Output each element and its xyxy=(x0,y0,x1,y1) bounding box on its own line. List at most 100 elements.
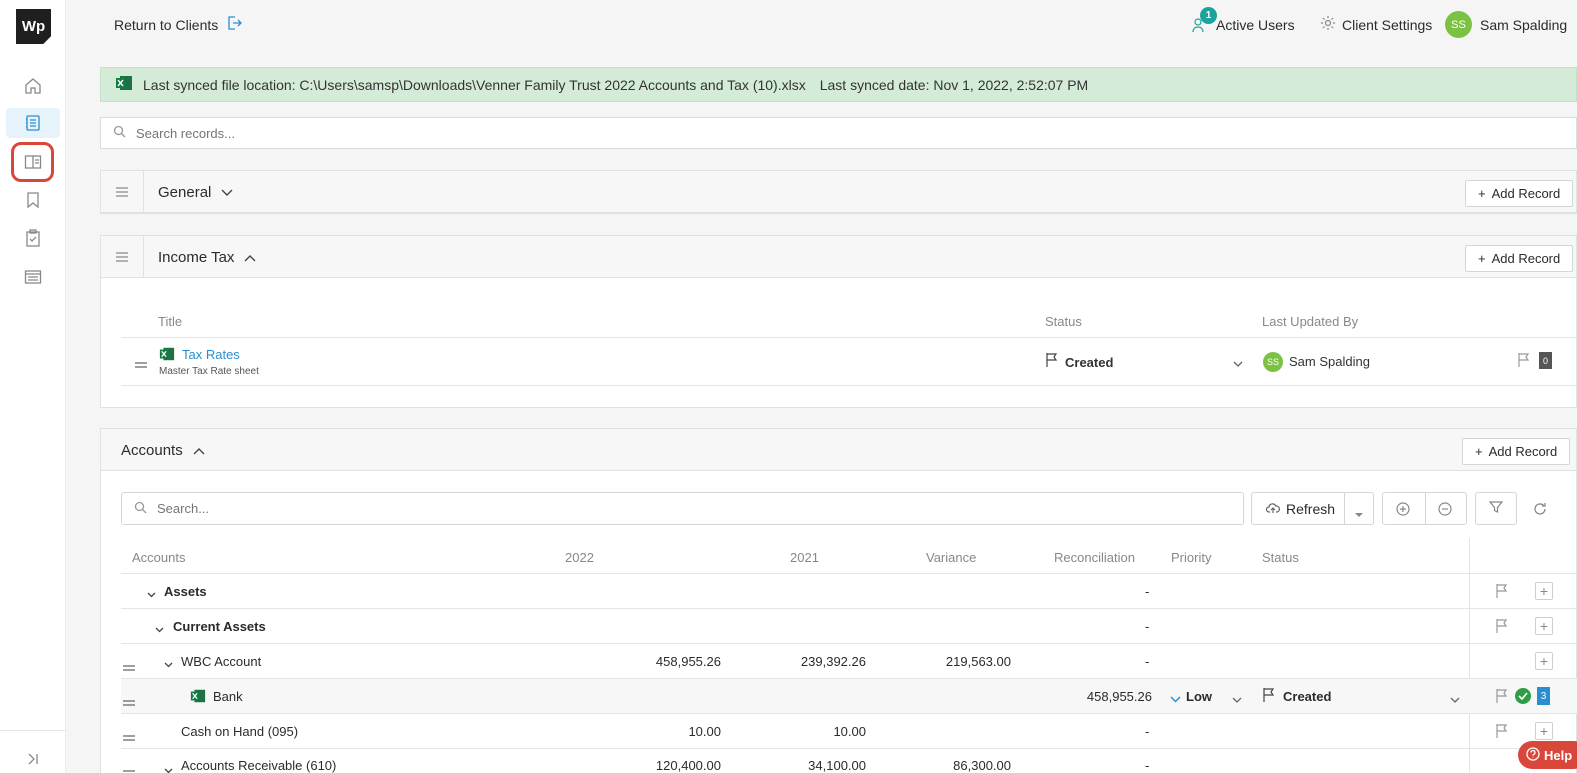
excel-icon xyxy=(190,688,206,707)
plus-icon: + xyxy=(1478,186,1486,201)
collapse-all-icon[interactable] xyxy=(1437,501,1453,520)
sidebar: Wp xyxy=(0,0,66,773)
checklist-icon[interactable] xyxy=(20,225,46,251)
client-settings-label: Client Settings xyxy=(1342,16,1433,33)
status-dropdown[interactable]: Created xyxy=(1262,679,1462,713)
divider xyxy=(1425,493,1426,524)
chevron-down-icon xyxy=(221,184,233,201)
reconciliation-value: - xyxy=(1145,654,1150,669)
app-logo[interactable]: Wp xyxy=(16,9,51,44)
user-menu[interactable]: SS Sam Spalding xyxy=(1445,11,1567,38)
drag-handle-icon[interactable] xyxy=(123,659,135,674)
value-2022: 120,400.00 xyxy=(655,758,721,773)
drag-handle-icon[interactable] xyxy=(101,171,144,213)
section-title: Accounts xyxy=(121,442,183,459)
chevron-down-icon[interactable] xyxy=(147,586,156,601)
add-row-button[interactable]: + xyxy=(1535,722,1553,740)
bookmark-icon[interactable] xyxy=(20,187,46,213)
gear-icon xyxy=(1320,15,1336,34)
home-icon[interactable] xyxy=(20,73,46,99)
comment-count-badge[interactable]: 0 xyxy=(1539,352,1552,369)
refresh-button[interactable]: Refresh xyxy=(1251,492,1374,525)
sync-banner: Last synced file location: C:\Users\sams… xyxy=(100,67,1577,102)
check-circle-icon[interactable] xyxy=(1515,688,1531,704)
reload-icon[interactable] xyxy=(1532,501,1548,520)
column-title: Title xyxy=(158,314,183,329)
flag-icon[interactable] xyxy=(1495,618,1509,637)
section-income-tax-header: Income Tax + Add Record xyxy=(101,236,1576,278)
expand-sidebar-icon[interactable] xyxy=(22,750,44,768)
excel-icon xyxy=(159,346,175,365)
cloud-upload-icon xyxy=(1265,501,1281,517)
flag-icon[interactable] xyxy=(1495,583,1509,602)
column-variance: Variance xyxy=(926,550,977,565)
chevron-up-icon xyxy=(193,442,205,459)
return-to-clients-link[interactable]: Return to Clients xyxy=(114,15,243,34)
filter-button[interactable] xyxy=(1475,492,1517,525)
value-2022: 458,955.26 xyxy=(655,654,721,669)
value-2021: 239,392.26 xyxy=(800,654,866,669)
chevron-down-icon[interactable] xyxy=(155,621,164,636)
value-2022: 10.00 xyxy=(688,724,721,739)
section-title: Income Tax xyxy=(158,249,235,266)
account-name: Current Assets xyxy=(173,619,266,634)
flag-icon xyxy=(1045,352,1059,371)
sync-location: Last synced file location: C:\Users\sams… xyxy=(143,76,806,93)
drag-handle-icon[interactable] xyxy=(123,764,135,773)
help-button[interactable]: Help xyxy=(1518,741,1577,769)
caret-down-icon[interactable] xyxy=(1354,505,1364,521)
account-name: WBC Account xyxy=(181,654,262,669)
drag-handle-icon[interactable] xyxy=(135,356,147,371)
add-record-button[interactable]: + Add Record xyxy=(1462,438,1571,465)
chevron-down-icon[interactable] xyxy=(164,656,173,671)
flag-icon[interactable] xyxy=(1495,723,1509,742)
section-general: General + Add Record xyxy=(100,170,1577,214)
panel-icon[interactable] xyxy=(11,142,54,182)
drag-handle-icon[interactable] xyxy=(123,694,135,709)
comment-count-badge[interactable]: 3 xyxy=(1537,687,1550,705)
column-2022: 2022 xyxy=(565,550,594,565)
section-income-tax: Income Tax + Add Record Title Status Las… xyxy=(100,235,1577,408)
client-settings-button[interactable]: Client Settings xyxy=(1320,15,1432,34)
account-link[interactable]: Bank xyxy=(213,689,243,704)
table-row: Cash on Hand (095) 10.00 10.00 - + xyxy=(121,714,1577,749)
chevron-down-icon[interactable] xyxy=(164,762,173,773)
drag-handle-icon[interactable] xyxy=(123,729,135,744)
add-row-button[interactable]: + xyxy=(1535,582,1553,600)
search-records-input[interactable] xyxy=(136,125,736,141)
accounts-search-input[interactable] xyxy=(157,501,757,516)
priority-dropdown[interactable]: Low xyxy=(1170,679,1250,713)
help-label: Help xyxy=(1544,747,1573,763)
records-icon[interactable] xyxy=(6,108,60,138)
account-name: Accounts Receivable (610) xyxy=(181,758,337,773)
chevron-down-icon xyxy=(1450,692,1460,707)
expand-all-icon[interactable] xyxy=(1395,501,1411,520)
active-users-button[interactable]: 1 Active Users xyxy=(1192,7,1295,35)
list-icon[interactable] xyxy=(20,264,46,290)
record-title-link[interactable]: Tax Rates xyxy=(182,347,240,362)
active-users-label: Active Users xyxy=(1216,17,1295,33)
search-records-bar xyxy=(100,117,1577,149)
plus-icon: + xyxy=(1475,444,1483,459)
flag-icon[interactable] xyxy=(1517,352,1531,371)
section-accounts-toggle[interactable]: Accounts xyxy=(121,442,205,459)
reconciliation-value: - xyxy=(1145,724,1150,739)
excel-icon xyxy=(115,74,133,95)
add-record-button[interactable]: + Add Record xyxy=(1465,245,1574,272)
priority-value: Low xyxy=(1186,689,1212,704)
user-name: Sam Spalding xyxy=(1480,16,1568,33)
flag-icon[interactable] xyxy=(1495,688,1509,707)
section-income-tax-toggle[interactable]: Income Tax xyxy=(158,249,256,266)
add-row-button[interactable]: + xyxy=(1535,652,1553,670)
status-dropdown[interactable]: Created xyxy=(1045,352,1243,372)
section-general-toggle[interactable]: General xyxy=(158,184,233,201)
add-row-button[interactable]: + xyxy=(1535,617,1553,635)
chevron-down-icon xyxy=(1170,691,1181,706)
add-record-button[interactable]: + Add Record xyxy=(1465,180,1574,207)
value-2021: 10.00 xyxy=(833,724,866,739)
record-row: Tax Rates Master Tax Rate sheet Created … xyxy=(121,338,1577,386)
record-subtitle: Master Tax Rate sheet xyxy=(159,366,259,377)
drag-handle-icon[interactable] xyxy=(101,236,144,278)
column-2021: 2021 xyxy=(790,550,819,565)
section-accounts-header: Accounts + Add Record xyxy=(101,429,1576,471)
